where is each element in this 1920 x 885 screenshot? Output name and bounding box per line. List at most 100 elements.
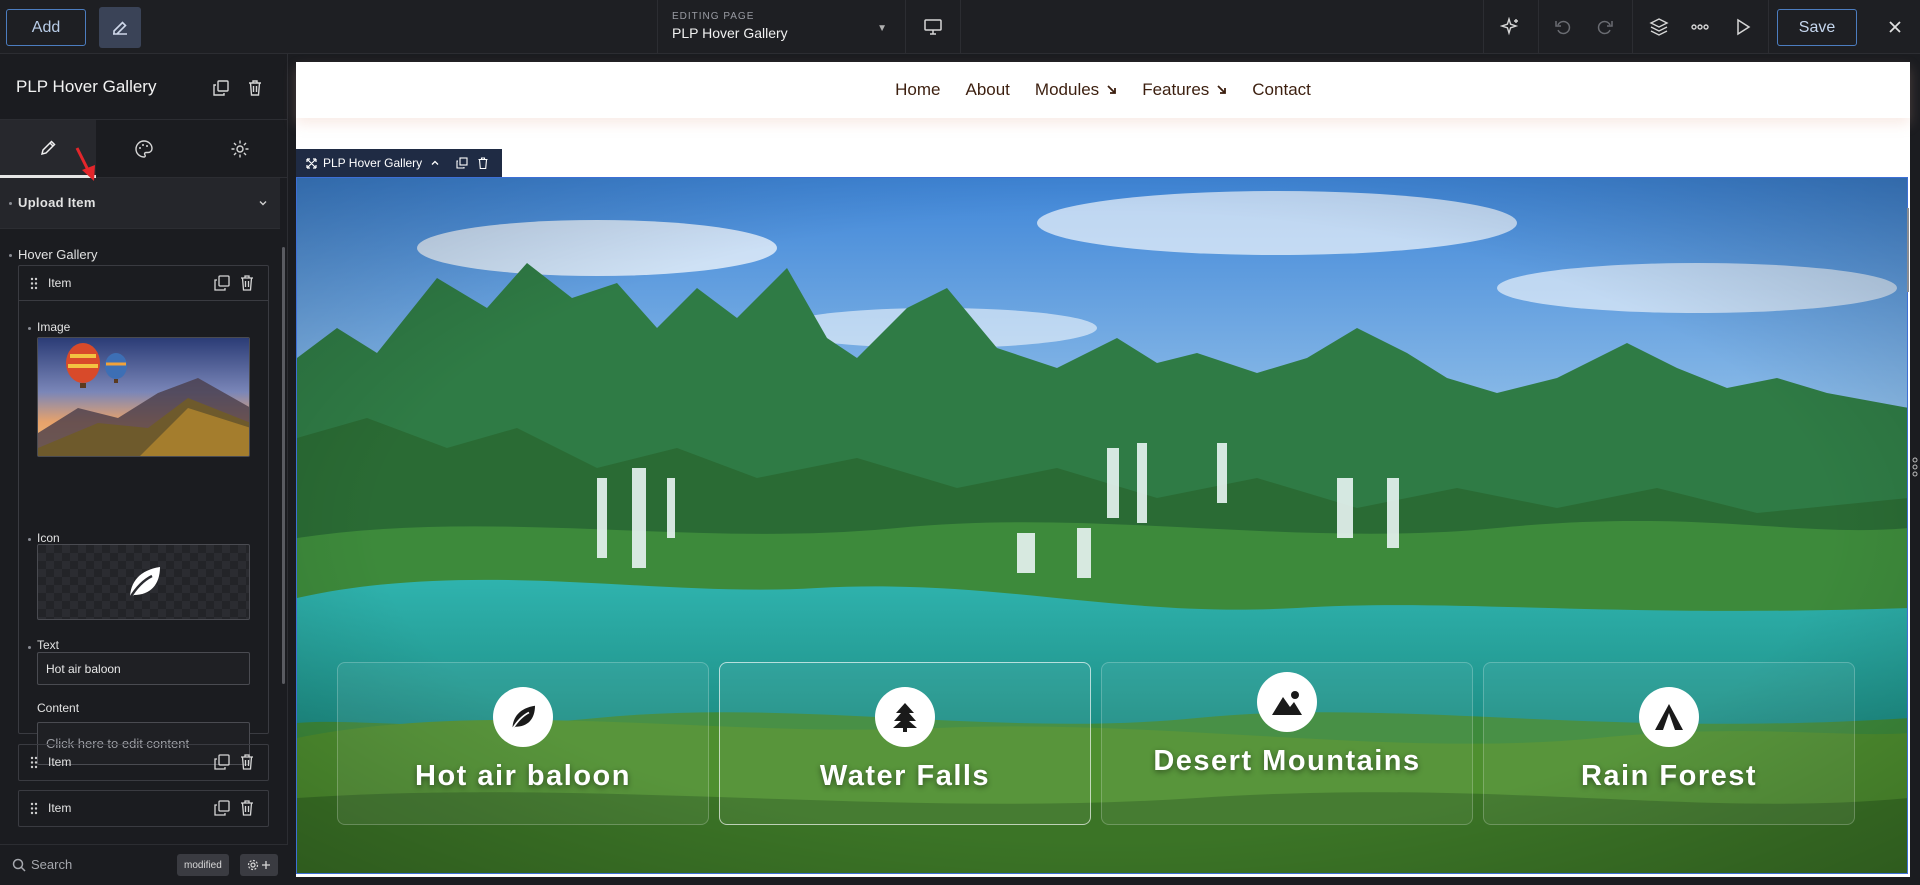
nav-item-home[interactable]: Home: [895, 80, 940, 100]
gallery-card-water-falls[interactable]: Water Falls: [719, 662, 1091, 825]
resize-handle[interactable]: [1910, 455, 1920, 479]
toolbar-divider: [1483, 0, 1484, 54]
settings-sidebar: PLP Hover Gallery Upload Item Hover Gall…: [0, 54, 288, 885]
redo-icon: [1595, 17, 1615, 37]
item-header[interactable]: Item: [19, 745, 268, 780]
page-selector[interactable]: EDITING PAGE PLP Hover Gallery ▼: [657, 0, 906, 54]
layers-icon: [1649, 17, 1669, 37]
gallery-item-collapsed[interactable]: Item: [18, 744, 269, 781]
toolbar-divider: [1768, 0, 1769, 54]
modified-filter-badge[interactable]: modified: [177, 854, 229, 876]
image-thumbnail[interactable]: [37, 337, 250, 457]
card-icon-circle: [875, 687, 935, 747]
tab-settings[interactable]: [192, 120, 288, 178]
preview-play-button[interactable]: [1727, 12, 1757, 42]
add-button[interactable]: Add: [6, 9, 86, 46]
more-dots-icon: [1690, 17, 1710, 37]
duplicate-icon[interactable]: [213, 80, 229, 96]
redo-button[interactable]: [1590, 12, 1620, 42]
chevron-down-icon: [258, 198, 268, 208]
nav-item-about[interactable]: About: [965, 80, 1009, 100]
duplicate-icon[interactable]: [456, 157, 468, 169]
drag-handle-icon[interactable]: [30, 277, 38, 290]
upload-item-section[interactable]: Upload Item: [0, 178, 280, 229]
module-tab-label: PLP Hover Gallery: [323, 156, 423, 170]
search-field[interactable]: Search: [31, 857, 72, 872]
hover-gallery-label: Hover Gallery: [18, 247, 98, 262]
arrow-down-right-icon: [1107, 85, 1117, 95]
text-field-label: Text: [37, 638, 60, 652]
page-preview: Home About Modules Features Contact PLP …: [296, 62, 1910, 877]
settings-add-button[interactable]: [240, 854, 278, 876]
duplicate-icon[interactable]: [214, 754, 230, 770]
edit-mode-button[interactable]: [99, 7, 141, 48]
pencil-icon: [38, 138, 58, 158]
card-icon-circle: [1639, 687, 1699, 747]
red-arrow-annotation: [72, 146, 102, 186]
gear-icon: [247, 859, 259, 871]
sidebar-scrollbar[interactable]: [282, 247, 285, 684]
icon-picker[interactable]: [37, 544, 250, 620]
save-button[interactable]: Save: [1777, 9, 1857, 46]
palette-icon: [134, 139, 154, 159]
trash-icon[interactable]: [239, 754, 255, 770]
upload-item-label: Upload Item: [18, 195, 96, 210]
nav-item-contact[interactable]: Contact: [1252, 80, 1311, 100]
bullet: [9, 202, 12, 205]
gallery-card-desert-mountains[interactable]: Desert Mountains: [1101, 662, 1473, 825]
site-nav: Home About Modules Features Contact: [296, 62, 1910, 118]
toolbar-divider: [1538, 0, 1539, 54]
duplicate-icon[interactable]: [214, 800, 230, 816]
search-icon: [12, 858, 26, 872]
ai-sparkle-button[interactable]: [1495, 12, 1525, 42]
trash-icon[interactable]: [239, 275, 255, 291]
nav-item-features[interactable]: Features: [1142, 80, 1227, 100]
card-title: Hot air baloon: [415, 760, 631, 792]
card-title: Water Falls: [819, 760, 991, 792]
sparkle-icon: [1500, 17, 1520, 37]
card-icon-circle: [493, 687, 553, 747]
item-header[interactable]: Item: [19, 266, 268, 301]
chevron-up-icon[interactable]: [430, 158, 440, 168]
item-name: Item: [48, 276, 72, 290]
move-icon[interactable]: [306, 157, 317, 169]
gallery-item-collapsed[interactable]: Item: [18, 790, 269, 827]
tent-icon: [1654, 703, 1684, 731]
canvas-scrollbar[interactable]: [1907, 208, 1909, 292]
play-icon: [1732, 17, 1752, 37]
module-toolbar[interactable]: PLP Hover Gallery: [296, 149, 502, 177]
hover-gallery-module[interactable]: Hot air baloon Water Falls Desert Mounta…: [296, 177, 1908, 874]
more-options-button[interactable]: [1685, 12, 1715, 42]
sidebar-footer: Search modified: [0, 844, 288, 885]
item-header[interactable]: Item: [19, 791, 268, 826]
drag-handle-icon[interactable]: [30, 802, 38, 815]
module-title: PLP Hover Gallery: [16, 77, 157, 96]
undo-icon: [1553, 17, 1573, 37]
drag-handle-icon[interactable]: [30, 756, 38, 769]
leaf-icon: [508, 702, 538, 732]
duplicate-icon[interactable]: [214, 275, 230, 291]
close-icon: [1887, 19, 1903, 35]
text-input[interactable]: Hot air baloon: [37, 652, 250, 685]
gear-icon: [230, 139, 250, 159]
nav-item-modules[interactable]: Modules: [1035, 80, 1117, 100]
plus-icon: [261, 860, 271, 870]
gallery-card-rain-forest[interactable]: Rain Forest: [1483, 662, 1855, 825]
trash-icon[interactable]: [477, 157, 489, 169]
trash-icon[interactable]: [239, 800, 255, 816]
arrow-down-right-icon: [1217, 85, 1227, 95]
trash-icon[interactable]: [247, 80, 263, 96]
tab-design[interactable]: [96, 120, 192, 178]
bullet: [28, 327, 31, 330]
content-field-label: Content: [37, 701, 80, 715]
editing-page-caption: EDITING PAGE: [672, 11, 755, 22]
chevron-down-icon: ▼: [877, 23, 887, 34]
close-editor-button[interactable]: [1880, 12, 1910, 42]
device-preview-button[interactable]: [906, 0, 961, 54]
gallery-card-hot-air-baloon[interactable]: Hot air baloon: [337, 662, 709, 825]
leaf-icon: [124, 562, 164, 602]
card-icon-circle: [1257, 672, 1317, 732]
item-name: Item: [48, 755, 72, 769]
undo-button[interactable]: [1548, 12, 1578, 42]
layers-button[interactable]: [1644, 12, 1674, 42]
